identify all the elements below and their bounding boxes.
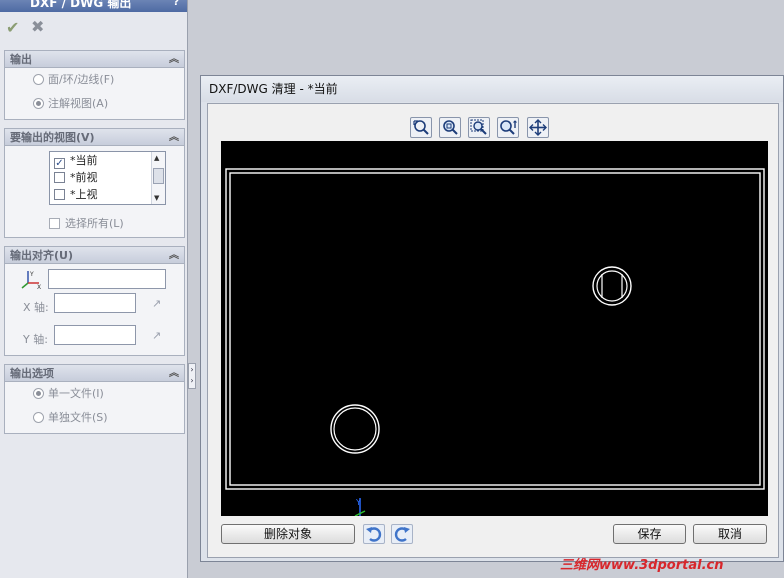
- delete-entities-button[interactable]: 删除对象: [221, 524, 355, 544]
- cleanup-dialog: DXF/DWG 清理 - *当前 Y 删除对象 保存 取消: [200, 75, 784, 562]
- cancel-button[interactable]: 取消: [693, 524, 767, 544]
- scroll-down-icon[interactable]: ▼: [154, 194, 159, 202]
- checkbox-icon[interactable]: [54, 172, 65, 183]
- output-group-title: 输出: [10, 53, 32, 66]
- zoom-in-out-icon: [500, 120, 517, 135]
- drawing-preview: Y: [225, 168, 765, 517]
- collapse-icon[interactable]: ︽: [169, 129, 179, 146]
- scroll-thumb[interactable]: [153, 168, 164, 184]
- dialog-title: DXF/DWG 清理 - *当前: [201, 76, 783, 102]
- checkbox-icon[interactable]: [49, 218, 60, 229]
- ok-check-icon[interactable]: ✔: [6, 18, 19, 37]
- views-group: 要输出的视图(V) ︽ ✓ *当前 *前视 *上视 ▲ ▼ 选择所有(L): [4, 128, 185, 238]
- views-group-title: 要输出的视图(V): [10, 131, 95, 144]
- pan-icon: [529, 119, 547, 136]
- zoom-box-icon: [470, 119, 487, 135]
- zoom-box-button[interactable]: [468, 117, 490, 138]
- coordinate-system-icon: Y X: [21, 271, 41, 289]
- panel-splitter-handle[interactable]: › ›: [188, 363, 196, 389]
- alignment-group-title: 输出对齐(U): [10, 249, 73, 262]
- radio-icon[interactable]: [33, 412, 44, 423]
- origin-field[interactable]: [48, 269, 166, 289]
- radio-selected-icon[interactable]: [33, 98, 44, 109]
- zoom-window-button[interactable]: [439, 117, 461, 138]
- sheet-outer-border: [225, 168, 765, 490]
- list-item[interactable]: *上视: [54, 187, 98, 203]
- help-icon[interactable]: ?: [173, 0, 179, 8]
- panel-title: DXF / DWG 输出 ?: [0, 0, 187, 12]
- dialog-body: Y 删除对象 保存 取消: [207, 103, 779, 558]
- x-axis-label: X 轴:: [23, 301, 49, 314]
- radio-faces-loops-edges[interactable]: 面/环/边线(F): [33, 73, 114, 87]
- circle-large-outer: [330, 404, 380, 454]
- select-all-checkbox[interactable]: 选择所有(L): [49, 215, 124, 231]
- y-axis-label: Y 轴:: [23, 333, 48, 346]
- undo-button[interactable]: [363, 524, 385, 544]
- circle-large-inner: [333, 407, 377, 451]
- sheet-inner-border: [229, 172, 761, 486]
- cancel-x-icon[interactable]: ✖: [31, 17, 44, 36]
- checkbox-icon[interactable]: [54, 189, 65, 200]
- svg-text:X: X: [37, 284, 41, 289]
- radio-selected-icon[interactable]: [33, 388, 44, 399]
- radio-annotation-views[interactable]: 注解视图(A): [33, 97, 108, 111]
- collapse-icon[interactable]: ︽: [169, 247, 179, 264]
- y-axis-field[interactable]: [54, 325, 136, 345]
- checkbox-checked-icon[interactable]: ✓: [54, 158, 65, 169]
- triad-y-label: Y: [355, 498, 361, 507]
- export-options-title: 输出选项: [10, 367, 54, 380]
- redo-button[interactable]: [391, 524, 413, 544]
- radio-icon[interactable]: [33, 74, 44, 85]
- zoom-fit-button[interactable]: [410, 117, 432, 138]
- export-options-group: 输出选项 ︽ 单一文件(I) 单独文件(S): [4, 364, 185, 434]
- preview-canvas[interactable]: Y: [221, 141, 768, 517]
- pan-button[interactable]: [527, 117, 549, 138]
- zoom-fit-icon: [413, 120, 429, 135]
- collapse-icon[interactable]: ︽: [169, 365, 179, 382]
- x-axis-field[interactable]: [54, 293, 136, 313]
- undo-icon: [366, 527, 382, 542]
- list-scrollbar[interactable]: ▲ ▼: [151, 152, 165, 204]
- property-manager: DXF / DWG 输出 ? ✔ ✖ 输出 ︽ 面/环/边线(F) 注解视图(A…: [0, 0, 188, 578]
- output-group: 输出 ︽ 面/环/边线(F) 注解视图(A): [4, 50, 185, 120]
- circle-small-outer: [592, 266, 632, 306]
- watermark-text: 三维网www.3dportal.cn: [560, 558, 724, 573]
- scroll-up-icon[interactable]: ▲: [154, 154, 159, 162]
- radio-separate-files[interactable]: 单独文件(S): [33, 411, 108, 425]
- svg-text:Y: Y: [29, 271, 34, 278]
- save-button[interactable]: 保存: [613, 524, 686, 544]
- list-item[interactable]: *前视: [54, 170, 98, 186]
- axis-pick-icon[interactable]: ↗: [152, 329, 166, 343]
- radio-single-file[interactable]: 单一文件(I): [33, 387, 104, 401]
- zoom-window-icon: [443, 120, 458, 135]
- alignment-group: 输出对齐(U) ︽ Y X X 轴: ↗ Y 轴: ↗: [4, 246, 185, 356]
- axis-pick-icon[interactable]: ↗: [152, 297, 166, 311]
- views-listbox[interactable]: ✓ *当前 *前视 *上视 ▲ ▼: [49, 151, 166, 205]
- zoom-in-out-button[interactable]: [497, 117, 519, 138]
- redo-icon: [394, 527, 410, 542]
- collapse-icon[interactable]: ︽: [169, 51, 179, 68]
- list-item[interactable]: ✓ *当前: [54, 153, 98, 169]
